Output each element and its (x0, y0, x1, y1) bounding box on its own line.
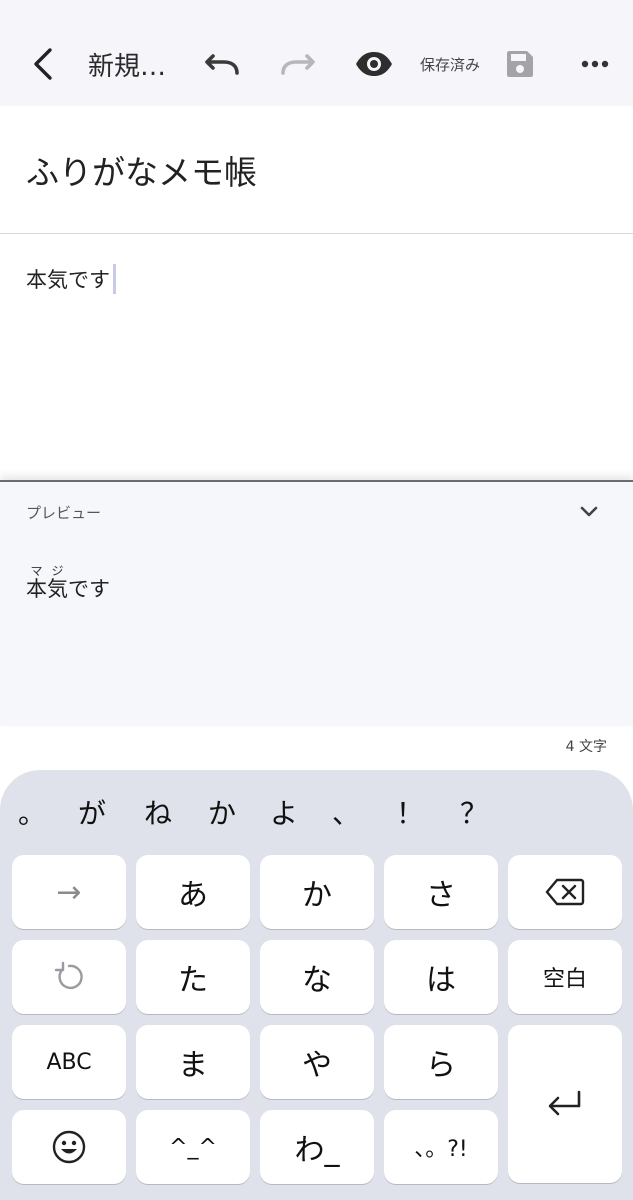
key-space[interactable]: 空白 (508, 940, 622, 1014)
more-horizontal-icon (581, 60, 609, 68)
preview-text: 本気マジです (26, 564, 110, 603)
collapse-preview-button[interactable] (574, 496, 604, 526)
backspace-icon (545, 878, 585, 906)
return-icon (548, 1090, 581, 1116)
key-ya[interactable]: や (260, 1025, 374, 1099)
character-count: 4 文字 (565, 739, 607, 755)
suggestion-item[interactable]: ？ (454, 792, 494, 832)
title-divider (0, 233, 633, 234)
suggestion-item[interactable]: ！ (390, 792, 430, 832)
key-ma[interactable]: ま (136, 1025, 250, 1099)
key-ra[interactable]: ら (384, 1025, 498, 1099)
note-body-text: 本気です (26, 268, 110, 292)
document-title[interactable]: 新規… (88, 36, 188, 92)
preview-panel: プレビュー 本気マジです (0, 480, 633, 726)
key-undo-reverse[interactable] (12, 940, 126, 1014)
key-ta[interactable]: た (136, 940, 250, 1014)
ruby-base: 本気 (26, 577, 68, 601)
save-button[interactable] (496, 36, 544, 92)
saved-status: 保存済み (419, 55, 480, 74)
ruby-annotation: 本気マジ (26, 564, 68, 601)
eye-icon (356, 52, 392, 76)
preview-toggle-button[interactable] (350, 36, 398, 92)
reverse-cycle-icon (54, 961, 83, 990)
note-title-field[interactable]: ふりがなメモ帳 (26, 146, 257, 194)
app-screen: 新規… 保存済み ふりがなメモ帳 本気です プレビュー 本気マジです 4 文字 … (0, 0, 633, 1200)
key-wa[interactable]: わ_ (260, 1110, 374, 1184)
suggestion-item[interactable]: 。 (12, 792, 52, 832)
text-caret (113, 264, 116, 294)
japanese-flick-keyboard: 。 が ね か よ 、 ！ ？ → あ か さ た な は 空白 ABC ま や… (0, 770, 633, 1200)
ruby-reading: マジ (26, 564, 68, 578)
floppy-disk-icon (507, 51, 533, 77)
suggestion-item[interactable]: ね (138, 792, 178, 832)
key-backspace[interactable] (508, 855, 622, 929)
preview-trailing-text: です (68, 577, 110, 601)
undo-icon (205, 54, 239, 75)
key-sa[interactable]: さ (384, 855, 498, 929)
redo-icon (281, 54, 315, 75)
key-next[interactable]: → (12, 855, 126, 929)
note-body-editor[interactable]: 本気です (26, 264, 116, 294)
suggestion-item[interactable]: か (202, 792, 242, 832)
suggestion-item[interactable]: が (72, 792, 112, 832)
more-button[interactable] (572, 36, 618, 92)
preview-label: プレビュー (26, 504, 102, 522)
key-punctuation[interactable]: 、。?! (384, 1110, 498, 1184)
key-return[interactable] (508, 1025, 622, 1183)
key-ka[interactable]: か (260, 855, 374, 929)
key-na[interactable]: な (260, 940, 374, 1014)
top-toolbar: 新規… 保存済み (0, 0, 633, 106)
undo-button[interactable] (198, 36, 246, 92)
back-button[interactable] (20, 36, 66, 92)
key-ha[interactable]: は (384, 940, 498, 1014)
suggestion-item[interactable]: よ (264, 792, 304, 832)
key-kaomoji[interactable]: ^_^ (136, 1110, 250, 1184)
chevron-down-icon (580, 506, 598, 516)
key-emoji[interactable] (12, 1110, 126, 1184)
key-a[interactable]: あ (136, 855, 250, 929)
chevron-left-icon (34, 48, 52, 80)
key-abc[interactable]: ABC (12, 1025, 126, 1099)
suggestion-item[interactable]: 、 (326, 792, 366, 832)
emoji-smile-icon (52, 1130, 86, 1164)
redo-button[interactable] (274, 36, 322, 92)
